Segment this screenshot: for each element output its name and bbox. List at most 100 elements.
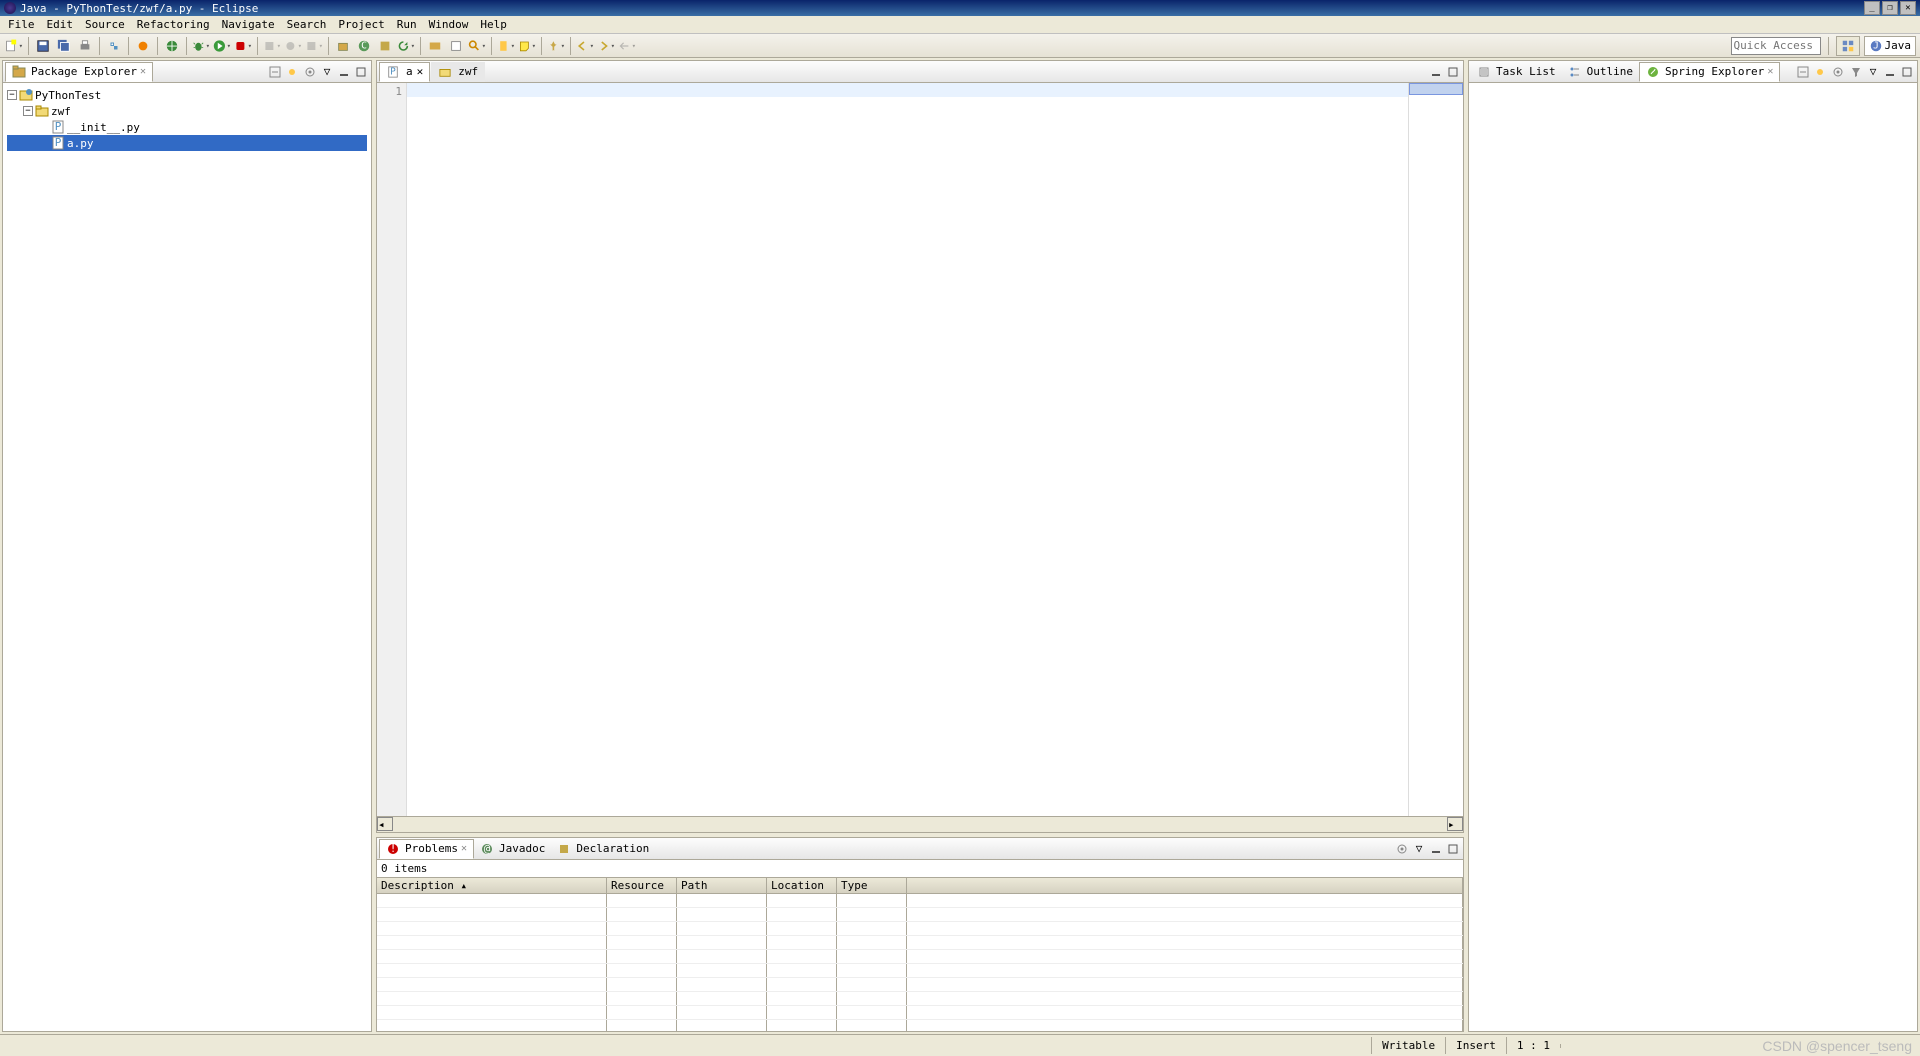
menu-navigate[interactable]: Navigate bbox=[216, 16, 281, 33]
menu-run[interactable]: Run bbox=[391, 16, 423, 33]
tree-file-init[interactable]: P __init__.py bbox=[7, 119, 367, 135]
overview-ruler[interactable] bbox=[1408, 83, 1463, 816]
view-menu-button[interactable]: ▽ bbox=[319, 64, 335, 80]
collapse-all-button[interactable] bbox=[267, 64, 283, 80]
pydev-button[interactable] bbox=[104, 36, 124, 56]
editor-tab-a[interactable]: P a ✕ bbox=[379, 62, 430, 82]
scroll-left-button[interactable]: ◂ bbox=[377, 817, 393, 831]
coverage-button[interactable]: ▾ bbox=[262, 36, 282, 56]
problems-tab[interactable]: ! Problems ✕ bbox=[379, 839, 474, 859]
outline-tab[interactable]: Outline bbox=[1562, 63, 1639, 81]
save-all-button[interactable] bbox=[54, 36, 74, 56]
focus-button[interactable] bbox=[1830, 64, 1846, 80]
restore-button[interactable]: ❐ bbox=[1882, 1, 1898, 15]
view-menu-button[interactable]: ▽ bbox=[1865, 64, 1881, 80]
save-button[interactable] bbox=[33, 36, 53, 56]
table-row[interactable] bbox=[377, 908, 1463, 922]
menu-refactoring[interactable]: Refactoring bbox=[131, 16, 216, 33]
build-button[interactable] bbox=[133, 36, 153, 56]
view-menu-button[interactable]: ▽ bbox=[1411, 841, 1427, 857]
expand-toggle[interactable]: − bbox=[23, 106, 33, 116]
menu-window[interactable]: Window bbox=[423, 16, 475, 33]
back-button[interactable]: ▾ bbox=[575, 36, 595, 56]
open-task-button[interactable] bbox=[446, 36, 466, 56]
close-icon[interactable]: ✕ bbox=[1767, 66, 1773, 77]
tree-folder[interactable]: − zwf bbox=[7, 103, 367, 119]
collapse-all-button[interactable] bbox=[1795, 64, 1811, 80]
expand-toggle[interactable]: − bbox=[7, 90, 17, 100]
launch-button[interactable]: ▾ bbox=[304, 36, 324, 56]
focus-button[interactable] bbox=[302, 64, 318, 80]
table-row[interactable] bbox=[377, 1006, 1463, 1020]
declaration-tab[interactable]: Declaration bbox=[551, 840, 655, 858]
minimize-view-button[interactable] bbox=[1428, 841, 1444, 857]
package-explorer-tab[interactable]: Package Explorer ✕ bbox=[5, 62, 153, 82]
maximize-view-button[interactable] bbox=[353, 64, 369, 80]
col-resource[interactable]: Resource bbox=[607, 878, 677, 893]
spring-explorer-content[interactable] bbox=[1469, 83, 1917, 1031]
filter-button[interactable] bbox=[1848, 64, 1864, 80]
quick-access-input[interactable] bbox=[1731, 37, 1821, 55]
table-row[interactable] bbox=[377, 992, 1463, 1006]
table-row[interactable] bbox=[377, 894, 1463, 908]
maximize-view-button[interactable] bbox=[1445, 841, 1461, 857]
print-button[interactable] bbox=[75, 36, 95, 56]
menu-search[interactable]: Search bbox=[281, 16, 333, 33]
pin-button[interactable]: ▾ bbox=[546, 36, 566, 56]
scroll-right-button[interactable]: ▸ bbox=[1447, 817, 1463, 831]
col-path[interactable]: Path bbox=[677, 878, 767, 893]
new-class-button[interactable]: C bbox=[354, 36, 374, 56]
task-list-tab[interactable]: Task List bbox=[1471, 63, 1562, 81]
open-browser-button[interactable] bbox=[162, 36, 182, 56]
annotation-button[interactable]: ▾ bbox=[517, 36, 537, 56]
editor-body[interactable]: 1 bbox=[377, 83, 1463, 816]
menu-project[interactable]: Project bbox=[332, 16, 390, 33]
maximize-view-button[interactable] bbox=[1899, 64, 1915, 80]
menu-file[interactable]: File bbox=[2, 16, 41, 33]
menu-edit[interactable]: Edit bbox=[41, 16, 80, 33]
toggle-mark-button[interactable]: ▾ bbox=[496, 36, 516, 56]
minimize-view-button[interactable] bbox=[336, 64, 352, 80]
editor-tab-zwf[interactable]: zwf bbox=[431, 62, 485, 82]
open-perspective-button[interactable] bbox=[1836, 36, 1860, 56]
table-row[interactable] bbox=[377, 1020, 1463, 1031]
problems-header[interactable]: Description ▴ Resource Path Location Typ… bbox=[377, 878, 1463, 894]
search-button[interactable]: ▾ bbox=[467, 36, 487, 56]
close-icon[interactable]: ✕ bbox=[140, 66, 146, 77]
tree-project[interactable]: − PyThonTest bbox=[7, 87, 367, 103]
table-row[interactable] bbox=[377, 922, 1463, 936]
external-tools-button[interactable]: ▾ bbox=[233, 36, 253, 56]
debug-button[interactable]: ▾ bbox=[191, 36, 211, 56]
minimize-view-button[interactable] bbox=[1882, 64, 1898, 80]
focus-button[interactable] bbox=[1394, 841, 1410, 857]
profile-button[interactable]: ▾ bbox=[283, 36, 303, 56]
table-row[interactable] bbox=[377, 950, 1463, 964]
maximize-editor-button[interactable] bbox=[1445, 64, 1461, 80]
refresh-button[interactable]: ▾ bbox=[396, 36, 416, 56]
javadoc-tab[interactable]: @ Javadoc bbox=[474, 840, 551, 858]
menu-source[interactable]: Source bbox=[79, 16, 131, 33]
spring-explorer-tab[interactable]: Spring Explorer ✕ bbox=[1639, 62, 1780, 82]
link-editor-button[interactable] bbox=[284, 64, 300, 80]
col-type[interactable]: Type bbox=[837, 878, 907, 893]
editor-content[interactable] bbox=[407, 83, 1463, 816]
col-location[interactable]: Location bbox=[767, 878, 837, 893]
close-icon[interactable]: ✕ bbox=[461, 843, 467, 854]
minimize-editor-button[interactable] bbox=[1428, 64, 1444, 80]
package-tree[interactable]: − PyThonTest − zwf P __init__.py P a.py bbox=[3, 83, 371, 1031]
last-edit-button[interactable]: ▾ bbox=[617, 36, 637, 56]
new-package-button[interactable] bbox=[333, 36, 353, 56]
tree-file-a[interactable]: P a.py bbox=[7, 135, 367, 151]
table-row[interactable] bbox=[377, 936, 1463, 950]
new-module-button[interactable] bbox=[375, 36, 395, 56]
open-type-button[interactable] bbox=[425, 36, 445, 56]
link-editor-button[interactable] bbox=[1812, 64, 1828, 80]
horizontal-scrollbar[interactable]: ◂ ▸ bbox=[377, 816, 1463, 832]
close-button[interactable]: ✕ bbox=[1900, 1, 1916, 15]
minimize-button[interactable]: _ bbox=[1864, 1, 1880, 15]
col-description[interactable]: Description ▴ bbox=[377, 878, 607, 893]
problems-table[interactable]: Description ▴ Resource Path Location Typ… bbox=[377, 877, 1463, 1031]
table-row[interactable] bbox=[377, 964, 1463, 978]
forward-button[interactable]: ▾ bbox=[596, 36, 616, 56]
table-row[interactable] bbox=[377, 978, 1463, 992]
